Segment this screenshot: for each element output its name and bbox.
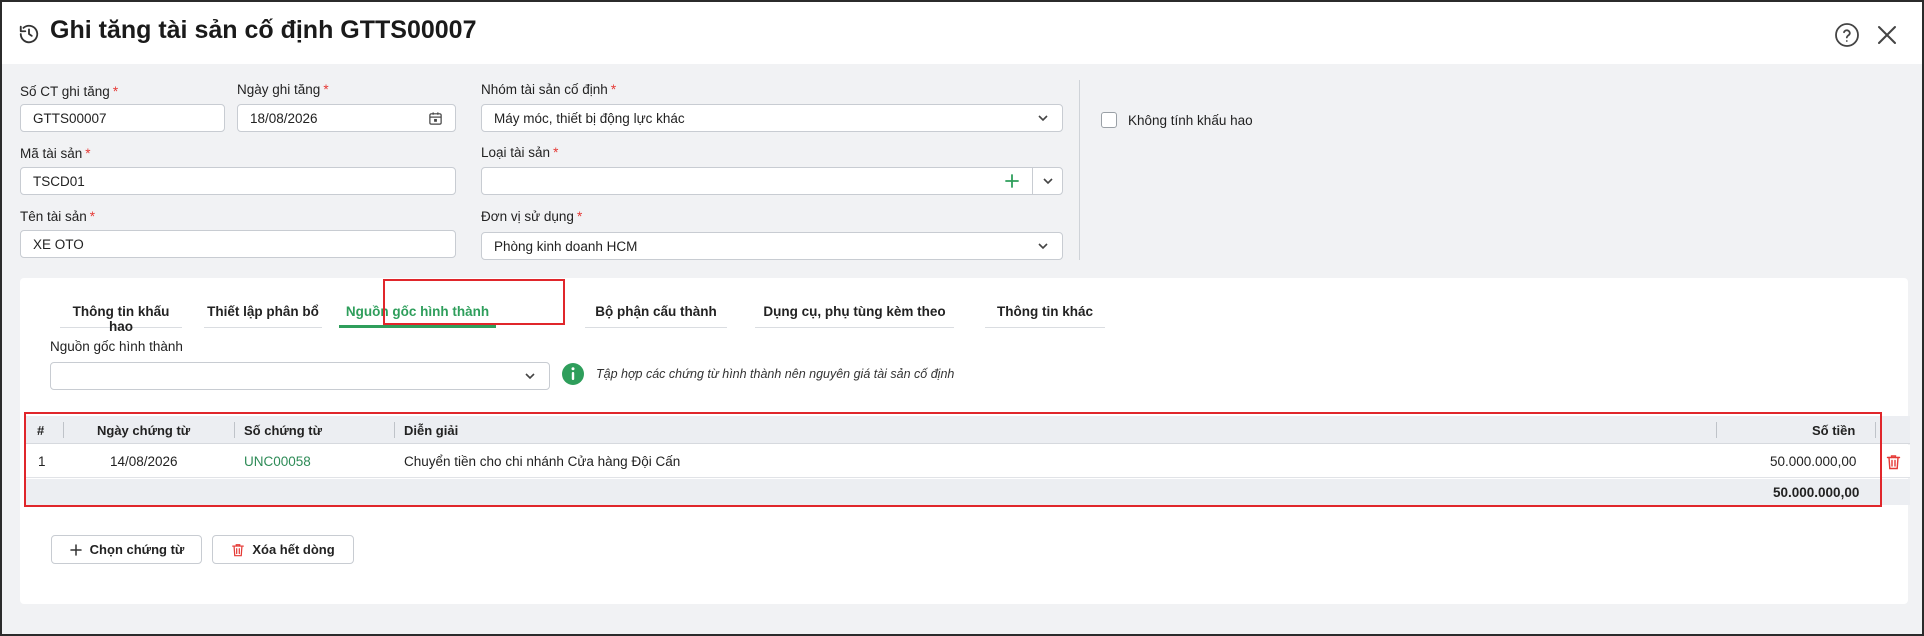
calendar-icon[interactable]	[428, 111, 443, 126]
chevron-down-icon	[1042, 178, 1053, 185]
so-ct-input[interactable]: GTTS00007	[20, 104, 225, 132]
tab-thiet-lap-phan-bo[interactable]: Thiết lập phân bổ	[204, 296, 322, 328]
plus-icon	[69, 543, 82, 556]
ten-tai-san-label: Tên tài sản *	[20, 209, 96, 224]
chevron-down-icon[interactable]	[1036, 111, 1050, 125]
help-icon[interactable]	[1834, 22, 1860, 48]
don-vi-su-dung-select[interactable]: Phòng kinh doanh HCM	[481, 232, 1063, 260]
trash-icon	[232, 543, 245, 556]
ngay-ghi-tang-label: Ngày ghi tăng *	[237, 82, 329, 97]
dialog-window: Ghi tăng tài sản cố định GTTS00007 Số CT…	[0, 0, 1924, 636]
add-loai-tai-san-icon[interactable]	[1004, 173, 1020, 189]
clear-all-rows-label: Xóa hết dòng	[252, 542, 335, 557]
so-ct-label: Số CT ghi tăng *	[20, 84, 119, 99]
history-icon	[19, 24, 39, 44]
tab-bo-phan-cau-thanh[interactable]: Bộ phận cấu thành	[585, 296, 727, 328]
ma-tai-san-label: Mã tài sản *	[20, 146, 91, 161]
khong-tinh-khau-hao-label: Không tính khấu hao	[1128, 113, 1253, 128]
khong-tinh-khau-hao-checkbox[interactable]	[1101, 112, 1117, 128]
form-divider	[1079, 80, 1080, 260]
loai-tai-san-dropdown-button[interactable]	[1032, 168, 1062, 194]
dialog-header: Ghi tăng tài sản cố định GTTS00007	[2, 2, 1922, 64]
page-title: Ghi tăng tài sản cố định GTTS00007	[50, 16, 477, 44]
tab-thong-tin-khau-hao[interactable]: Thông tin khấu hao	[60, 296, 182, 334]
ten-tai-san-input[interactable]: XE OTO	[20, 230, 456, 258]
info-text: Tập hợp các chứng từ hình thành nên nguy…	[596, 367, 955, 381]
loai-tai-san-label: Loại tài sản *	[481, 145, 559, 160]
chevron-down-icon[interactable]	[1036, 239, 1050, 253]
tab-dung-cu-phu-tung[interactable]: Dụng cụ, phụ tùng kèm theo	[755, 296, 954, 328]
loai-tai-san-select[interactable]	[481, 167, 1063, 195]
nguon-goc-select[interactable]	[50, 362, 550, 390]
nhom-tai-san-select[interactable]: Máy móc, thiết bị động lực khác	[481, 104, 1063, 132]
delete-row-icon[interactable]	[1886, 454, 1901, 470]
choose-document-label: Chọn chứng từ	[89, 542, 185, 557]
tab-thong-tin-khac[interactable]: Thông tin khác	[985, 296, 1105, 328]
chevron-down-icon[interactable]	[523, 369, 537, 383]
highlight-active-tab	[383, 279, 565, 325]
close-icon[interactable]	[1874, 22, 1900, 48]
ngay-ghi-tang-input[interactable]: 18/08/2026	[237, 104, 456, 132]
info-icon	[562, 363, 584, 385]
choose-document-button[interactable]: Chọn chứng từ	[51, 535, 202, 564]
nguon-goc-label: Nguồn gốc hình thành	[50, 339, 183, 354]
clear-all-rows-button[interactable]: Xóa hết dòng	[212, 535, 354, 564]
ma-tai-san-input[interactable]: TSCD01	[20, 167, 456, 195]
don-vi-su-dung-label: Đơn vị sử dụng *	[481, 209, 583, 224]
nhom-tai-san-label: Nhóm tài sản cố định *	[481, 82, 617, 97]
highlight-grid	[24, 412, 1882, 507]
